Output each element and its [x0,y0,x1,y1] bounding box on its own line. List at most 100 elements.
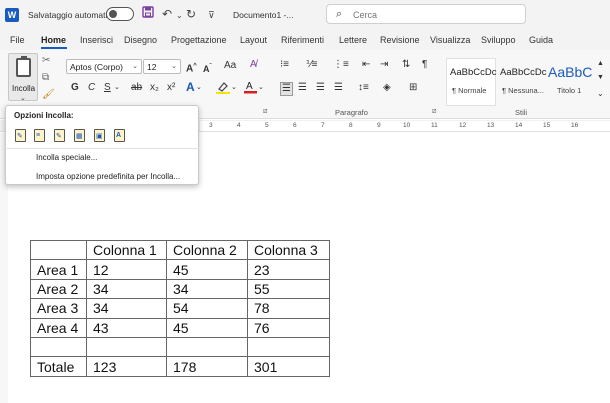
change-case-icon[interactable]: Aa [224,60,236,72]
paragraph-dialog-launcher-icon[interactable]: ⧄ [432,108,436,116]
table-cell[interactable]: Area 3 [30,298,87,319]
table-cell[interactable]: Area 4 [30,317,87,338]
table-cell[interactable]: Area 2 [30,278,87,300]
font-color-icon[interactable]: A [244,80,257,98]
tab-home[interactable]: Home [41,35,66,45]
subscript-icon[interactable]: x₂ [150,82,159,94]
table-cell[interactable]: 55 [247,278,330,300]
align-right-icon[interactable]: ☰ [316,82,325,94]
table-cell[interactable]: 34 [86,298,167,319]
table-cell[interactable]: 76 [247,317,330,338]
search-box[interactable]: ⌕ [326,4,526,24]
save-icon[interactable] [142,6,154,22]
font-size-box[interactable]: 12 ⌄ [143,59,181,74]
cut-icon[interactable]: ✂ [42,55,50,66]
table-cell[interactable]: 78 [247,298,330,319]
table-cell[interactable]: 34 [166,278,248,300]
paste-picture-icon[interactable]: ▦ [73,127,87,143]
line-spacing-icon[interactable]: ↕≡ [358,82,369,94]
paste-text-only-icon[interactable]: A [113,127,127,143]
undo-icon[interactable]: ↶ [162,6,172,22]
clear-formatting-icon[interactable]: A̸ [250,59,257,71]
paste-special-item[interactable]: Incolla speciale... [36,153,97,162]
table-cell[interactable]: 43 [86,317,167,338]
chevron-down-icon[interactable]: ⌄ [258,82,264,94]
paste-button[interactable]: Incolla ⌄ [8,53,38,102]
copy-icon[interactable]: ⧉ [42,72,49,83]
table-cell[interactable]: Colonna 2 [166,239,248,261]
align-left-icon[interactable]: ☰ [280,82,293,96]
tab-riferimenti[interactable]: Riferimenti [281,35,324,45]
table-cell[interactable]: Colonna 3 [247,239,330,261]
font-name-box[interactable]: Aptos (Corpo) ⌄ [66,59,142,74]
italic-icon[interactable]: C [88,82,95,94]
superscript-icon[interactable]: x² [167,82,175,94]
shrink-font-icon[interactable]: Aˇ [203,61,212,75]
tab-revisione[interactable]: Revisione [380,35,420,45]
tab-layout[interactable]: Layout [240,35,267,45]
text-effects-icon[interactable]: A [186,81,195,93]
search-input[interactable] [353,8,513,21]
paste-image-icon[interactable]: ▣ [93,127,107,143]
tab-inserisci[interactable]: Inserisci [80,35,113,45]
document-title[interactable]: Documento1 -... [233,10,293,20]
table-cell[interactable]: 301 [247,356,330,377]
underline-dropdown-icon[interactable]: ⌄ [114,82,120,94]
set-default-paste-item[interactable]: Imposta opzione predefinita per Incolla.… [36,172,180,181]
shading-icon[interactable]: ◈ [383,82,391,94]
table-cell[interactable] [30,336,87,358]
table-cell[interactable]: 34 [86,278,167,300]
tab-disegno[interactable]: Disegno [124,35,157,45]
style-normal[interactable] [446,58,496,106]
styles-scroll-down-icon[interactable]: ▼ [597,72,604,84]
table-cell[interactable]: 45 [166,317,248,338]
table-cell[interactable] [30,239,87,261]
decrease-indent-icon[interactable]: ⇤ [362,59,370,71]
multilevel-list-icon[interactable]: ⋮≡ [333,59,349,71]
paste-dest-style-icon[interactable]: ✎ [53,127,67,143]
highlight-icon[interactable] [216,81,230,98]
customize-toolbar-icon[interactable]: ⊽ [208,7,215,23]
styles-more-icon[interactable]: ⌄ [597,88,604,100]
chevron-down-icon[interactable]: ⌄ [196,82,202,94]
autosave-toggle[interactable] [106,7,134,21]
tab-progettazione[interactable]: Progettazione [171,35,227,45]
increase-indent-icon[interactable]: ⇥ [380,59,388,71]
bold-icon[interactable]: G [71,82,79,94]
underline-icon[interactable]: S [104,82,111,94]
table-cell[interactable]: 178 [166,356,248,377]
justify-icon[interactable]: ☰ [334,82,343,94]
bullets-icon[interactable]: ⁝≡ [280,59,289,71]
borders-icon[interactable]: ⊞ [409,82,417,94]
table-cell[interactable]: 123 [86,356,167,377]
align-center-icon[interactable]: ☰ [298,82,307,94]
font-dialog-launcher-icon[interactable]: ⧄ [263,108,267,116]
table-cell[interactable]: 23 [247,259,330,280]
tab-visualizza[interactable]: Visualizza [430,35,470,45]
table-cell[interactable] [166,336,248,358]
table-cell[interactable]: Totale [30,356,87,377]
sort-icon[interactable]: ⇅ [402,59,410,71]
table-cell[interactable]: 12 [86,259,167,280]
style-sample-heading1[interactable]: AaBbC [548,64,592,80]
table-cell[interactable]: 45 [166,259,248,280]
paste-keep-source-icon[interactable]: ✎ [14,127,28,143]
numbering-icon[interactable]: ⅟≡ [306,59,318,71]
tab-sviluppo[interactable]: Sviluppo [481,35,516,45]
show-formatting-icon[interactable]: ¶ [422,59,427,71]
styles-scroll-up-icon[interactable]: ▲ [597,58,604,70]
table-cell[interactable]: Area 1 [30,259,87,280]
redo-icon[interactable]: ↻ [186,6,196,22]
document-table[interactable]: Colonna 1 Colonna 2 Colonna 3 Area 1 12 … [30,239,330,377]
format-painter-icon[interactable]: 🖌 [42,89,55,100]
chevron-down-icon[interactable]: ⌄ [231,82,237,94]
grow-font-icon[interactable]: A^ [186,60,197,75]
strikethrough-icon[interactable]: ab [131,82,142,94]
tab-guida[interactable]: Guida [529,35,553,45]
tab-lettere[interactable]: Lettere [339,35,367,45]
style-sample-no-spacing[interactable]: AaBbCcDc [500,67,546,78]
undo-dropdown-icon[interactable]: ⌄ [176,8,183,24]
table-cell[interactable]: 54 [166,298,248,319]
table-cell[interactable] [86,336,167,358]
tab-file[interactable]: File [10,35,25,45]
